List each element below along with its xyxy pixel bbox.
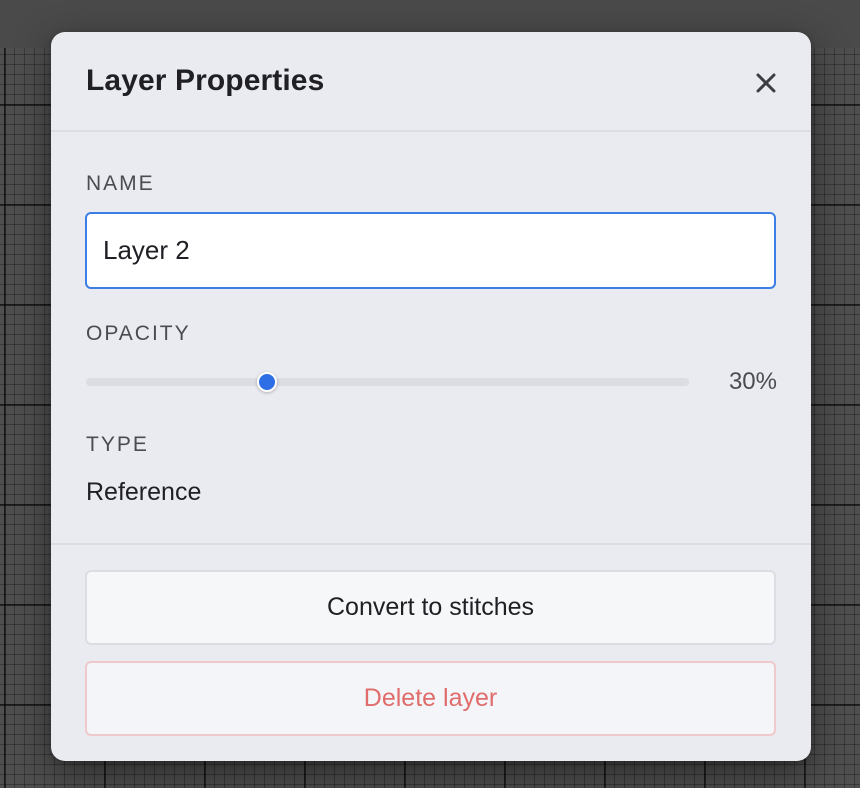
layer-properties-dialog: Layer Properties NAME OPACITY 30% TYPE R…	[51, 32, 811, 761]
opacity-slider-thumb[interactable]	[256, 372, 277, 392]
dialog-header: Layer Properties	[51, 32, 811, 132]
layer-name-input[interactable]	[85, 212, 776, 289]
name-label: NAME	[86, 172, 155, 195]
type-label: TYPE	[86, 433, 149, 456]
opacity-label: OPACITY	[86, 322, 191, 345]
footer-divider	[51, 543, 811, 545]
opacity-slider-track[interactable]	[86, 378, 689, 386]
close-icon	[756, 73, 776, 93]
layer-type-value: Reference	[86, 478, 202, 506]
delete-layer-button[interactable]: Delete layer	[85, 661, 776, 736]
convert-to-stitches-button[interactable]: Convert to stitches	[85, 570, 776, 645]
dialog-title: Layer Properties	[86, 64, 325, 97]
close-button[interactable]	[749, 66, 783, 100]
opacity-value: 30%	[728, 368, 777, 395]
